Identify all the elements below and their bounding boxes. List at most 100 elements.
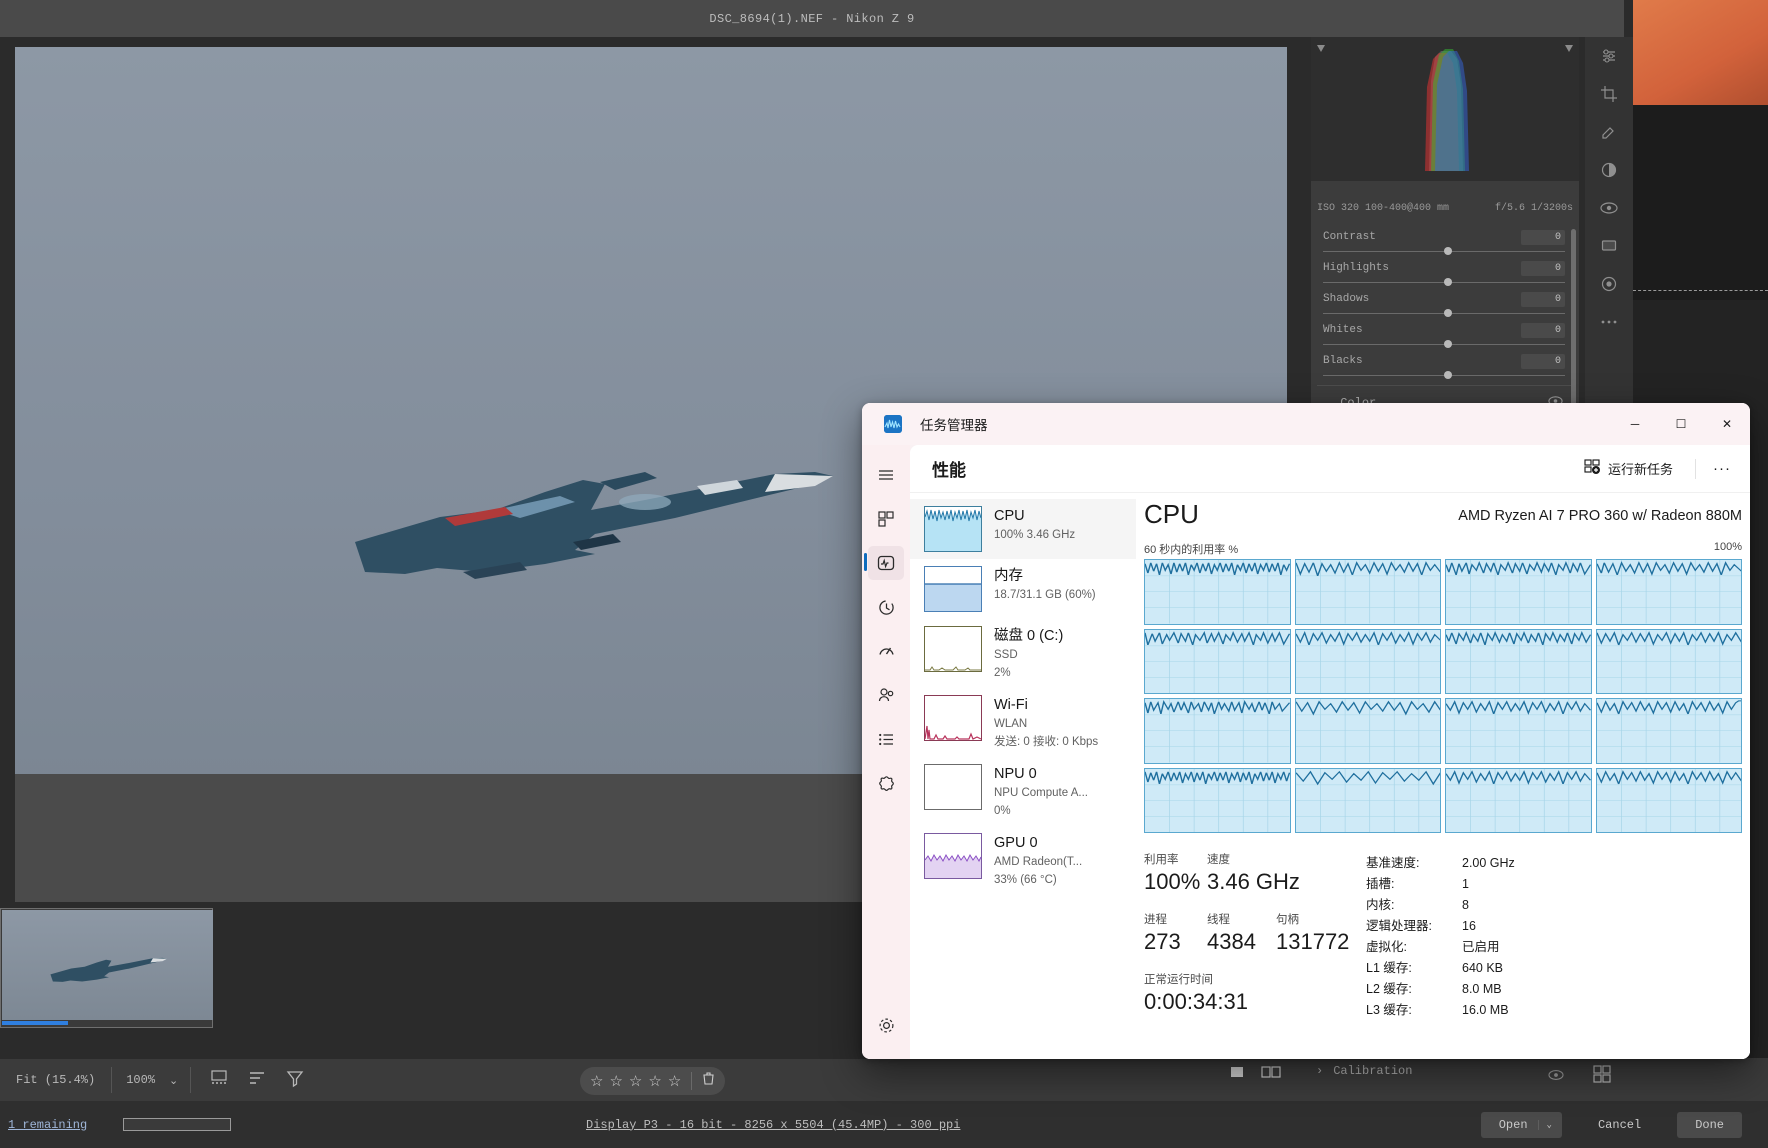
minimize-button[interactable]: ─ — [1612, 403, 1658, 445]
open-dropdown-caret-icon[interactable]: ⌄ — [1538, 1120, 1552, 1130]
cpu-axis-right-label: 100% — [1714, 541, 1742, 553]
more-options-button[interactable]: ··· — [1706, 454, 1738, 484]
hamburger-menu-icon[interactable] — [862, 455, 910, 495]
image-metadata-link[interactable]: Display P3 - 16 bit - 8256 x 5504 (45.4M… — [586, 1118, 960, 1132]
mask-icon[interactable] — [1585, 151, 1633, 189]
close-button[interactable]: ✕ — [1704, 403, 1750, 445]
adjust-icon[interactable] — [1585, 37, 1633, 75]
exif-aperture-shutter: f/5.6 1/3200s — [1495, 203, 1573, 214]
sort-icon[interactable] — [247, 1068, 267, 1093]
eye-icon[interactable] — [1585, 189, 1633, 227]
single-view-icon[interactable] — [1228, 1064, 1246, 1085]
logical-processor-graphs[interactable] — [1144, 559, 1742, 833]
perf-item-gpu[interactable]: GPU 0 AMD Radeon(T... 33% (66 °C) — [910, 826, 1136, 895]
editor-file-title: DSC_8694(1).NEF - Nikon Z 9 — [709, 12, 914, 26]
settings-gear-icon[interactable] — [862, 1005, 910, 1045]
perf-item-disk[interactable]: 磁盘 0 (C:) SSD 2% — [910, 619, 1136, 688]
star-2-icon[interactable]: ☆ — [609, 1072, 622, 1090]
spec-row: L2 缓存:8.0 MB — [1366, 979, 1515, 1000]
sidebar-item-app-history[interactable] — [862, 587, 910, 627]
slider-row[interactable]: Highlights 0 — [1317, 260, 1571, 291]
task-manager-window[interactable]: 任务管理器 ─ ☐ ✕ — [862, 403, 1750, 1059]
preview-thumbnail[interactable] — [1633, 0, 1768, 105]
slider-knob[interactable] — [1444, 371, 1452, 379]
perf-item-cpu[interactable]: CPU 100% 3.46 GHz — [910, 499, 1136, 559]
more-tools-icon[interactable] — [1585, 303, 1633, 341]
core-graph — [1445, 559, 1592, 625]
star-1-icon[interactable]: ☆ — [590, 1072, 603, 1090]
performance-resource-list: CPU 100% 3.46 GHz 内存 — [910, 493, 1136, 1059]
run-new-task-icon — [1584, 459, 1600, 478]
presets-icon[interactable] — [1585, 227, 1633, 265]
slider-row[interactable]: Blacks 0 — [1317, 353, 1571, 384]
crop-icon[interactable] — [1585, 75, 1633, 113]
open-button[interactable]: Open ⌄ — [1481, 1112, 1562, 1138]
perf-item-wifi[interactable]: Wi-Fi WLAN 发送: 0 接收: 0 Kbps — [910, 688, 1136, 757]
trash-icon[interactable] — [702, 1071, 715, 1091]
zoom-dropdown-caret-icon[interactable]: ⌄ — [169, 1074, 190, 1087]
color-wheel-icon[interactable] — [1585, 265, 1633, 303]
core-graph — [1295, 698, 1442, 764]
done-button[interactable]: Done — [1677, 1112, 1742, 1138]
perf-item-name: NPU 0 — [994, 766, 1037, 782]
slider-knob[interactable] — [1444, 340, 1452, 348]
histogram-metadata: ISO 320 100-400@400 mm f/5.6 1/3200s — [1311, 197, 1579, 219]
slider-knob[interactable] — [1444, 309, 1452, 317]
star-4-icon[interactable]: ☆ — [648, 1072, 661, 1090]
compare-view-icon[interactable] — [1260, 1064, 1282, 1085]
fit-zoom-label[interactable]: Fit (15.4%) — [0, 1073, 111, 1087]
task-manager-titlebar[interactable]: 任务管理器 ─ ☐ ✕ — [862, 403, 1750, 445]
rating-control[interactable]: ☆ ☆ ☆ ☆ ☆ — [580, 1067, 725, 1095]
perf-item-value: 33% (66 °C) — [994, 874, 1057, 886]
aircraft-photo — [345, 422, 845, 642]
grid-view-icon[interactable] — [1592, 1064, 1612, 1089]
slider-row[interactable]: Contrast 0 — [1317, 229, 1571, 260]
maximize-button[interactable]: ☐ — [1658, 403, 1704, 445]
perf-item-npu[interactable]: NPU 0 NPU Compute A... 0% — [910, 757, 1136, 826]
cpu-header: CPU AMD Ryzen AI 7 PRO 360 w/ Radeon 880… — [1136, 499, 1750, 541]
task-manager-body: 性能 运行新任务 ··· — [862, 445, 1750, 1059]
rating-divider — [691, 1072, 692, 1090]
filmstrip-thumbnail[interactable] — [0, 908, 213, 1028]
cpu-statistics: 利用率 100% 速度 3.46 GHz 进程 273 线程 — [1144, 851, 1742, 1041]
sidebar-item-services[interactable] — [862, 763, 910, 803]
filter-icon[interactable] — [285, 1068, 305, 1093]
perf-item-detail: SSD — [994, 649, 1018, 661]
sidebar-item-details[interactable] — [862, 719, 910, 759]
sidebar-item-startup-apps[interactable] — [862, 631, 910, 671]
remaining-count-link[interactable]: 1 remaining — [0, 1118, 87, 1132]
heal-icon[interactable] — [1585, 113, 1633, 151]
stat-label: 正常运行时间 — [1144, 974, 1213, 986]
spec-value: 640 KB — [1462, 958, 1503, 979]
perf-item-memory[interactable]: 内存 18.7/31.1 GB (60%) — [910, 559, 1136, 619]
perf-item-detail: WLAN — [994, 718, 1027, 730]
spec-label: 虚拟化: — [1366, 937, 1462, 958]
slider-value[interactable]: 0 — [1521, 230, 1565, 245]
slider-value[interactable]: 0 — [1521, 292, 1565, 307]
sidebar-item-processes[interactable] — [862, 499, 910, 539]
slider-knob[interactable] — [1444, 247, 1452, 255]
star-3-icon[interactable]: ☆ — [629, 1072, 642, 1090]
spec-value: 16.0 MB — [1462, 1000, 1509, 1021]
sidebar-item-users[interactable] — [862, 675, 910, 715]
header-actions: 运行新任务 ··· — [1572, 452, 1738, 485]
slider-knob[interactable] — [1444, 278, 1452, 286]
cancel-button[interactable]: Cancel — [1580, 1112, 1659, 1138]
spec-label: 基准速度: — [1366, 853, 1462, 874]
compare-icon[interactable] — [209, 1068, 229, 1093]
sidebar-item-performance[interactable] — [862, 543, 910, 583]
slider-row[interactable]: Shadows 0 — [1317, 291, 1571, 322]
slider-value[interactable]: 0 — [1521, 323, 1565, 338]
panel-section-calibration[interactable]: › Calibration — [1316, 1064, 1412, 1078]
core-graph — [1144, 698, 1291, 764]
chevron-right-icon[interactable]: › — [1316, 1064, 1323, 1078]
eye-icon[interactable] — [1548, 1068, 1564, 1086]
slider-row[interactable]: Whites 0 — [1317, 322, 1571, 353]
zoom-level-label[interactable]: 100% — [112, 1073, 169, 1087]
slider-value[interactable]: 0 — [1521, 354, 1565, 369]
stat-uptime: 正常运行时间 0:00:34:31 — [1144, 971, 1248, 1017]
slider-value[interactable]: 0 — [1521, 261, 1565, 276]
star-5-icon[interactable]: ☆ — [668, 1072, 681, 1090]
run-new-task-button[interactable]: 运行新任务 — [1572, 452, 1685, 485]
perf-item-value: 0% — [994, 805, 1011, 817]
